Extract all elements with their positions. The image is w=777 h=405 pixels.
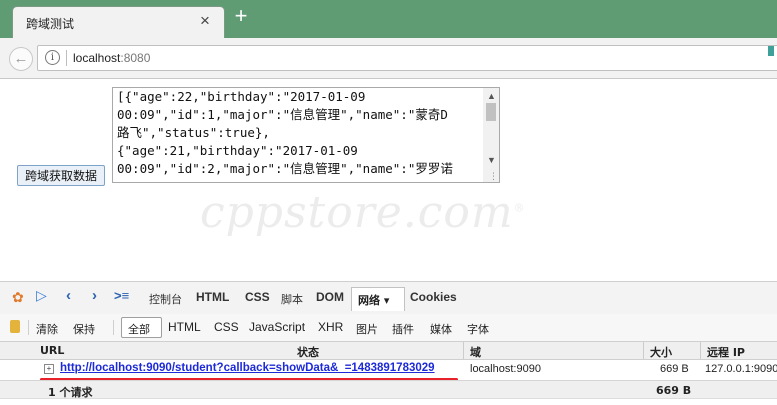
request-size: 669 B	[660, 363, 689, 375]
result-line: {"age":21,"birthday":"2017-01-09	[117, 143, 358, 158]
filter-fonts[interactable]: 字体	[467, 321, 489, 337]
column-divider	[700, 342, 701, 359]
total-size: 669 B	[656, 384, 692, 397]
column-remote-ip[interactable]: 远程 IP	[707, 344, 745, 360]
filter-separator	[28, 320, 29, 335]
page-content: [{"age":22,"birthday":"2017-01-09 00:09"…	[0, 79, 777, 281]
navigation-toolbar: ← i localhost:8080	[0, 38, 777, 79]
network-filter-bar: 清除 保持 全部 HTML CSS JavaScript XHR 图片 插件 媒…	[0, 314, 777, 342]
fetch-data-button[interactable]: 跨域获取数据	[17, 165, 105, 186]
firebug-toolbar: ✿ ▷ ‹ › >≡ 控制台 HTML CSS 脚本 DOM 网络 ▾ Cook…	[0, 281, 777, 315]
info-icon[interactable]: i	[45, 50, 60, 65]
resize-handle-icon[interactable]: ⋮	[489, 171, 498, 182]
url-host: localhost	[73, 51, 121, 65]
column-divider	[463, 342, 464, 359]
inspect-element-icon[interactable]: ▷	[36, 287, 47, 304]
nav-back-icon[interactable]: ‹	[66, 287, 71, 304]
network-table-header: URL 状态 域 大小 远程 IP	[0, 342, 777, 360]
column-divider	[643, 342, 644, 359]
filter-xhr[interactable]: XHR	[318, 320, 343, 334]
tab-network-label: 网络 ▾	[358, 294, 390, 307]
watermark-mark: ®	[513, 201, 526, 215]
address-url[interactable]: localhost:8080	[73, 51, 150, 65]
result-text: [{"age":22,"birthday":"2017-01-09 00:09"…	[113, 88, 479, 178]
filter-javascript[interactable]: JavaScript	[249, 320, 305, 334]
tab-html[interactable]: HTML	[196, 290, 229, 304]
close-tab-icon[interactable]: ×	[200, 12, 210, 29]
result-line: 00:09","id":1,"major":"信息管理","name":"蒙奇D	[117, 107, 448, 122]
tab-dom[interactable]: DOM	[316, 290, 344, 304]
address-bar[interactable]: i localhost:8080	[37, 45, 777, 71]
toolbar-extension-icon[interactable]	[768, 46, 774, 56]
browser-tab[interactable]: 跨域测试 ×	[12, 6, 225, 39]
back-arrow-icon[interactable]: ←	[9, 47, 33, 71]
url-port: :8080	[120, 51, 151, 65]
tab-console[interactable]: 控制台	[149, 291, 182, 307]
persist-button[interactable]: 保持	[73, 321, 95, 337]
tab-title: 跨域测试	[26, 17, 75, 31]
filter-css[interactable]: CSS	[214, 320, 239, 334]
request-domain: localhost:9090	[470, 363, 541, 375]
column-size[interactable]: 大小	[650, 344, 672, 360]
result-line: [{"age":22,"birthday":"2017-01-09	[117, 89, 366, 104]
filter-html[interactable]: HTML	[168, 320, 201, 334]
new-tab-button[interactable]: +	[230, 5, 252, 28]
clear-icon[interactable]	[10, 320, 20, 333]
tab-script[interactable]: 脚本	[281, 291, 303, 307]
command-line-icon[interactable]: >≡	[114, 288, 129, 303]
request-url-link[interactable]: http://localhost:9090/student?callback=s…	[60, 362, 435, 374]
tab-cookies[interactable]: Cookies	[410, 290, 457, 304]
firebug-bug-icon[interactable]: ✿	[12, 289, 24, 306]
nav-forward-icon[interactable]: ›	[92, 287, 97, 304]
address-separator	[66, 50, 67, 66]
column-domain[interactable]: 域	[470, 344, 481, 360]
watermark: cppstore.com®	[200, 187, 526, 238]
scroll-up-icon[interactable]: ▲	[487, 91, 496, 101]
tab-css[interactable]: CSS	[245, 290, 270, 304]
summary-row: 1 个请求 669 B	[0, 380, 777, 399]
clear-button[interactable]: 清除	[36, 321, 58, 337]
table-row[interactable]: + http://localhost:9090/student?callback…	[0, 360, 777, 377]
column-url[interactable]: URL	[40, 344, 64, 357]
scroll-down-icon[interactable]: ▼	[487, 155, 496, 165]
watermark-text: cppstore.com	[200, 187, 514, 238]
filter-plugins[interactable]: 插件	[392, 321, 414, 337]
result-line: 路飞","status":true},	[117, 125, 270, 140]
column-status[interactable]: 状态	[297, 344, 319, 360]
result-line: 00:09","id":2,"major":"信息管理","name":"罗罗诺	[117, 161, 453, 176]
request-remote-ip: 127.0.0.1:9090	[705, 363, 777, 375]
scroll-thumb[interactable]	[486, 103, 496, 121]
result-textarea[interactable]: [{"age":22,"birthday":"2017-01-09 00:09"…	[112, 87, 500, 183]
expand-icon[interactable]: +	[44, 364, 54, 374]
filter-media[interactable]: 媒体	[430, 321, 452, 337]
tab-network[interactable]: 网络 ▾	[351, 287, 405, 311]
textarea-scrollbar[interactable]: ▲ ▼	[483, 88, 499, 182]
filter-separator	[113, 320, 114, 335]
filter-images[interactable]: 图片	[356, 321, 378, 337]
tab-strip: 跨域测试 × +	[0, 0, 777, 39]
filter-all-label: 全部	[128, 323, 150, 336]
